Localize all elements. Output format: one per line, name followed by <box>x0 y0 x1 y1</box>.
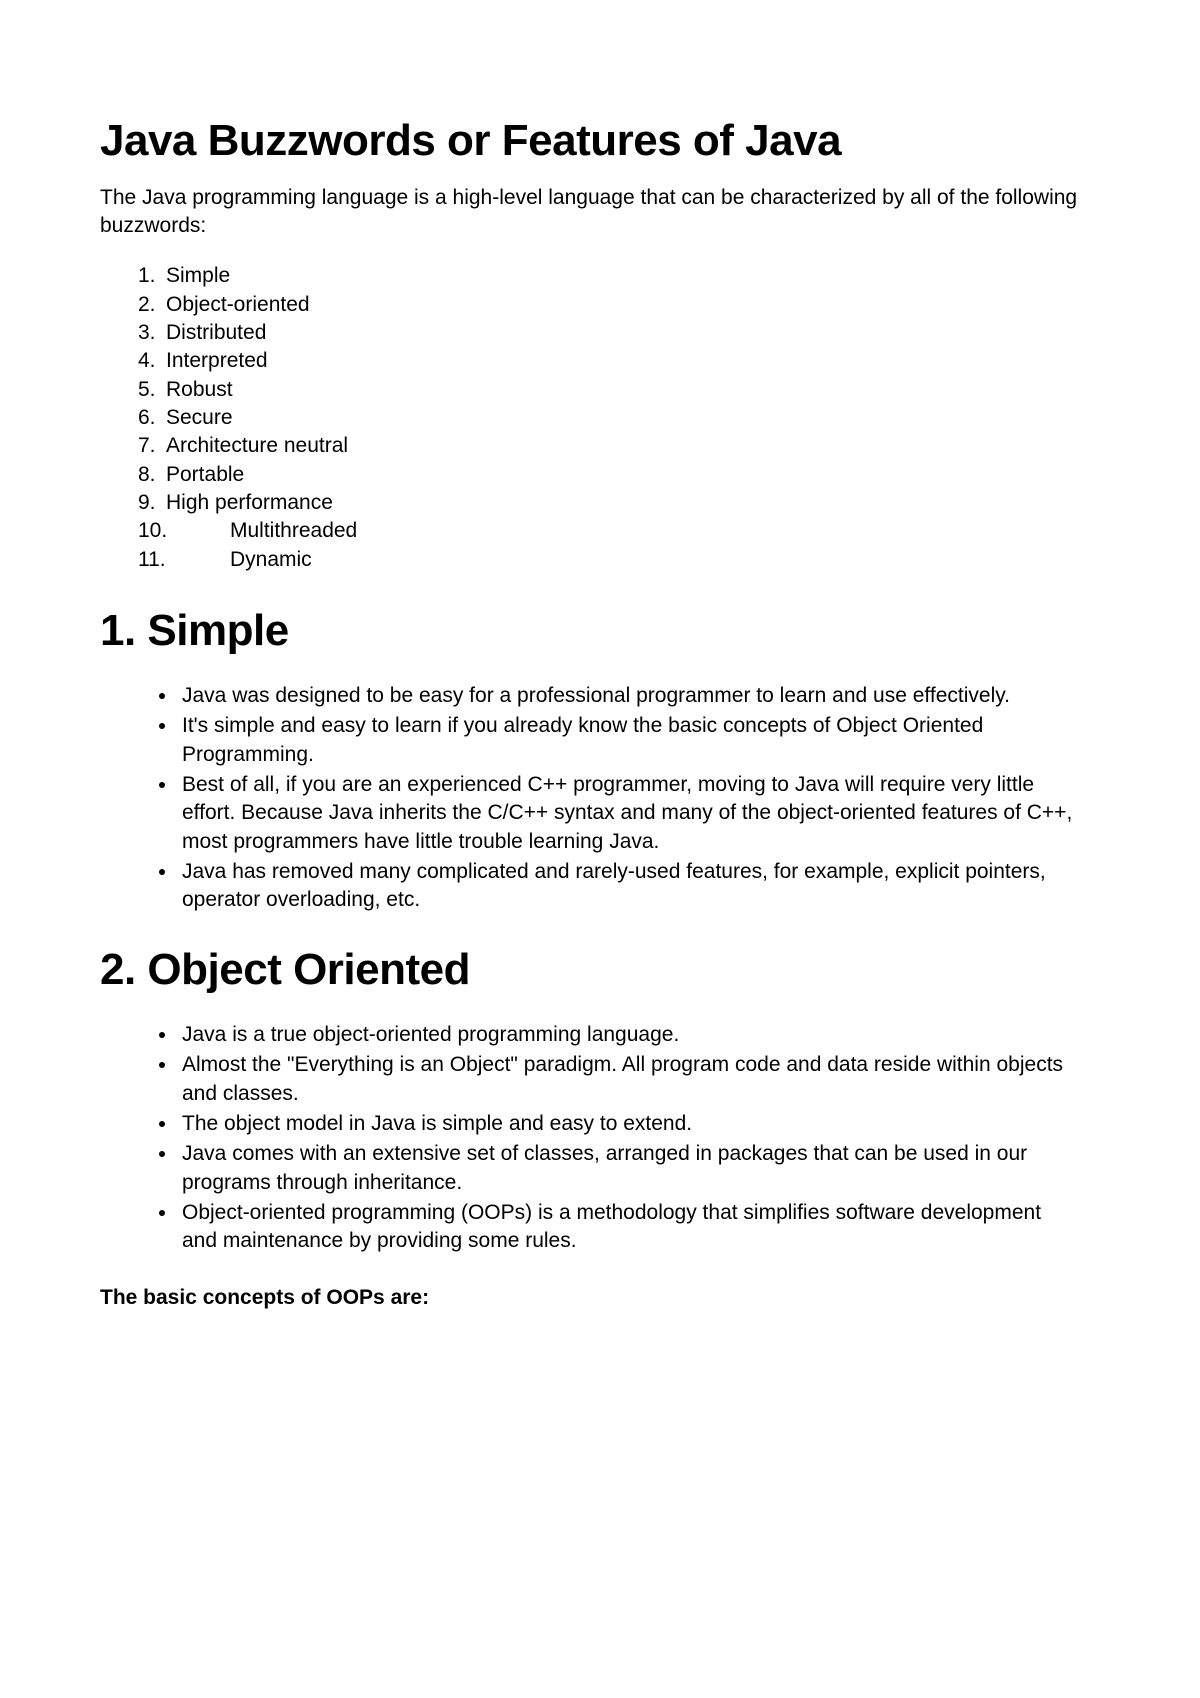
list-item: 2.Object-oriented <box>138 291 1100 319</box>
list-item: It's simple and easy to learn if you alr… <box>178 712 1080 769</box>
list-item: Almost the "Everything is an Object" par… <box>178 1051 1080 1108</box>
list-item: 9.High performance <box>138 489 1100 517</box>
list-item: The object model in Java is simple and e… <box>178 1110 1080 1138</box>
list-item: Java has removed many complicated and ra… <box>178 858 1080 915</box>
intro-paragraph: The Java programming language is a high-… <box>100 184 1100 241</box>
list-item: 7.Architecture neutral <box>138 432 1100 460</box>
buzzwords-list: 1.Simple 2.Object-oriented 3.Distributed… <box>138 262 1100 574</box>
list-item: Object-oriented programming (OOPs) is a … <box>178 1199 1080 1256</box>
object-oriented-bullets: Java is a true object-oriented programmi… <box>178 1021 1100 1256</box>
list-item: Java was designed to be easy for a profe… <box>178 682 1080 710</box>
oops-subheading: The basic concepts of OOPs are: <box>100 1286 1100 1310</box>
list-item: 3.Distributed <box>138 319 1100 347</box>
simple-bullets: Java was designed to be easy for a profe… <box>178 682 1100 915</box>
list-item: 10.Multithreaded <box>138 517 1100 545</box>
list-item: 8.Portable <box>138 461 1100 489</box>
section-heading-object-oriented: 2. Object Oriented <box>100 945 1100 995</box>
list-item: Best of all, if you are an experienced C… <box>178 771 1080 856</box>
list-item: Java is a true object-oriented programmi… <box>178 1021 1080 1049</box>
page-title: Java Buzzwords or Features of Java <box>100 110 1100 172</box>
list-item: 1.Simple <box>138 262 1100 290</box>
list-item: Java comes with an extensive set of clas… <box>178 1140 1080 1197</box>
list-item: 6.Secure <box>138 404 1100 432</box>
list-item: 5.Robust <box>138 376 1100 404</box>
section-heading-simple: 1. Simple <box>100 606 1100 656</box>
list-item: 4.Interpreted <box>138 347 1100 375</box>
list-item: 11.Dynamic <box>138 546 1100 574</box>
